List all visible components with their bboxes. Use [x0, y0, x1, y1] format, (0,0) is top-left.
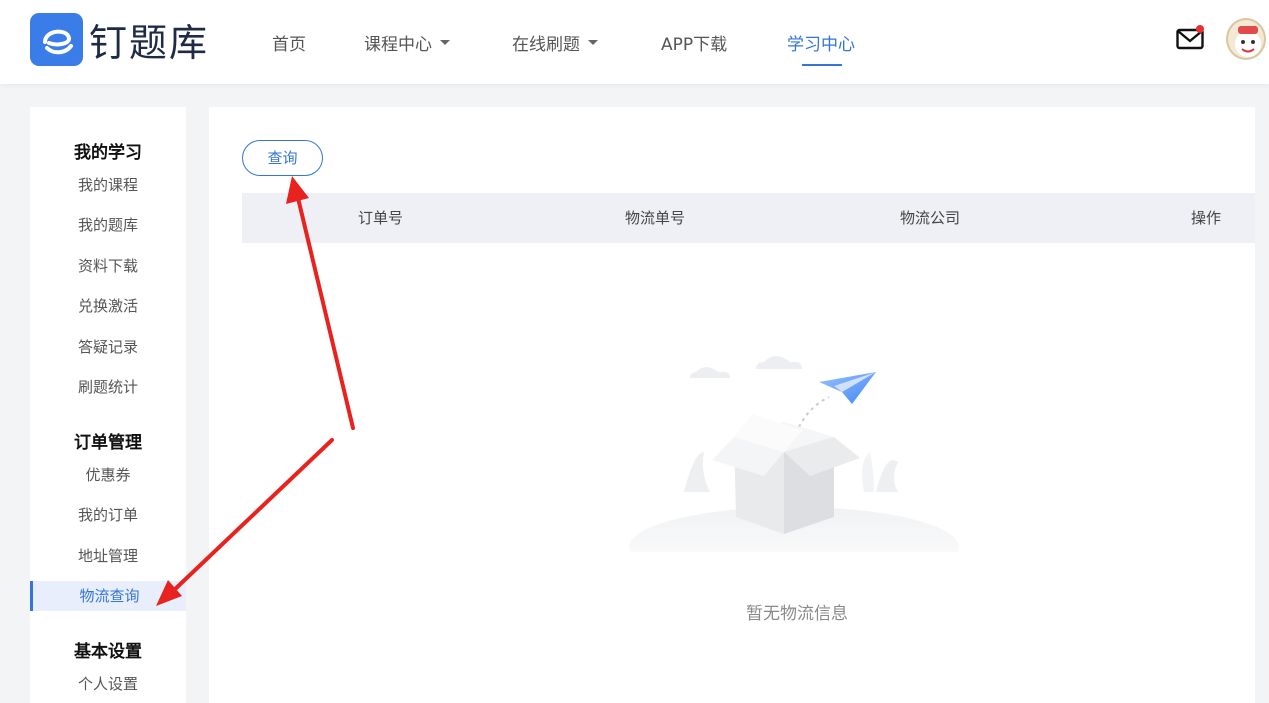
sidebar-item-qa-records[interactable]: 答疑记录	[30, 332, 186, 362]
sidebar-item-my-courses[interactable]: 我的课程	[30, 170, 186, 200]
nav-practice[interactable]: 在线刷题	[512, 0, 598, 84]
sidebar-item-personal-settings[interactable]: 个人设置	[30, 669, 186, 699]
nav-home[interactable]: 首页	[272, 0, 306, 84]
logo-text: 钉题库	[89, 21, 210, 65]
nav-app-download[interactable]: APP下载	[661, 0, 727, 84]
sidebar-item-downloads[interactable]: 资料下载	[30, 251, 186, 281]
sidebar-section-title: 订单管理	[74, 433, 142, 453]
sidebar-item-redeem[interactable]: 兑换激活	[30, 291, 186, 321]
sidebar-section-title: 基本设置	[74, 642, 142, 662]
avatar[interactable]	[1226, 18, 1266, 60]
sidebar: 我的学习 我的课程 我的题库 资料下载 兑换激活 答疑记录 刷题统计 订单管理 …	[30, 107, 186, 703]
nav-label: 学习中心	[787, 34, 855, 55]
column-header-carrier: 物流公司	[900, 209, 961, 227]
sidebar-section-title: 我的学习	[74, 143, 142, 163]
sidebar-item-logistics[interactable]: 物流查询	[30, 581, 186, 611]
column-header-tracking-no: 物流单号	[625, 209, 686, 227]
notification-dot	[1196, 25, 1204, 33]
nav-label: 首页	[272, 34, 306, 55]
logo[interactable]: 钉题库	[30, 12, 209, 67]
column-header-actions: 操作	[1191, 209, 1222, 227]
nav-label: APP下载	[661, 34, 728, 55]
caret-down-icon	[440, 39, 450, 45]
nav-label: 在线刷题	[512, 34, 580, 55]
empty-box-illustration	[624, 352, 964, 587]
column-header-order-no: 订单号	[358, 209, 404, 227]
logo-icon	[30, 13, 83, 66]
empty-state-text: 暂无物流信息	[746, 604, 848, 624]
sidebar-item-address[interactable]: 地址管理	[30, 541, 186, 571]
top-header: 钉题库 首页 课程中心 在线刷题 APP下载 学习中心	[0, 0, 1269, 84]
nav-label: 课程中心	[364, 34, 432, 55]
active-nav-underline	[802, 64, 842, 66]
sidebar-item-my-question-bank[interactable]: 我的题库	[30, 210, 186, 240]
sidebar-item-my-orders[interactable]: 我的订单	[30, 500, 186, 530]
main-content: 查询 订单号 物流单号 物流公司 操作 暂无物流信息	[209, 107, 1255, 703]
nav-courses[interactable]: 课程中心	[364, 0, 450, 84]
query-button[interactable]: 查询	[242, 140, 323, 176]
table-header: 订单号 物流单号 物流公司 操作	[242, 193, 1255, 243]
sidebar-item-coupons[interactable]: 优惠券	[30, 460, 186, 490]
nav-learning-center[interactable]: 学习中心	[787, 0, 855, 84]
caret-down-icon	[588, 39, 598, 45]
sidebar-item-practice-stats[interactable]: 刷题统计	[30, 372, 186, 402]
